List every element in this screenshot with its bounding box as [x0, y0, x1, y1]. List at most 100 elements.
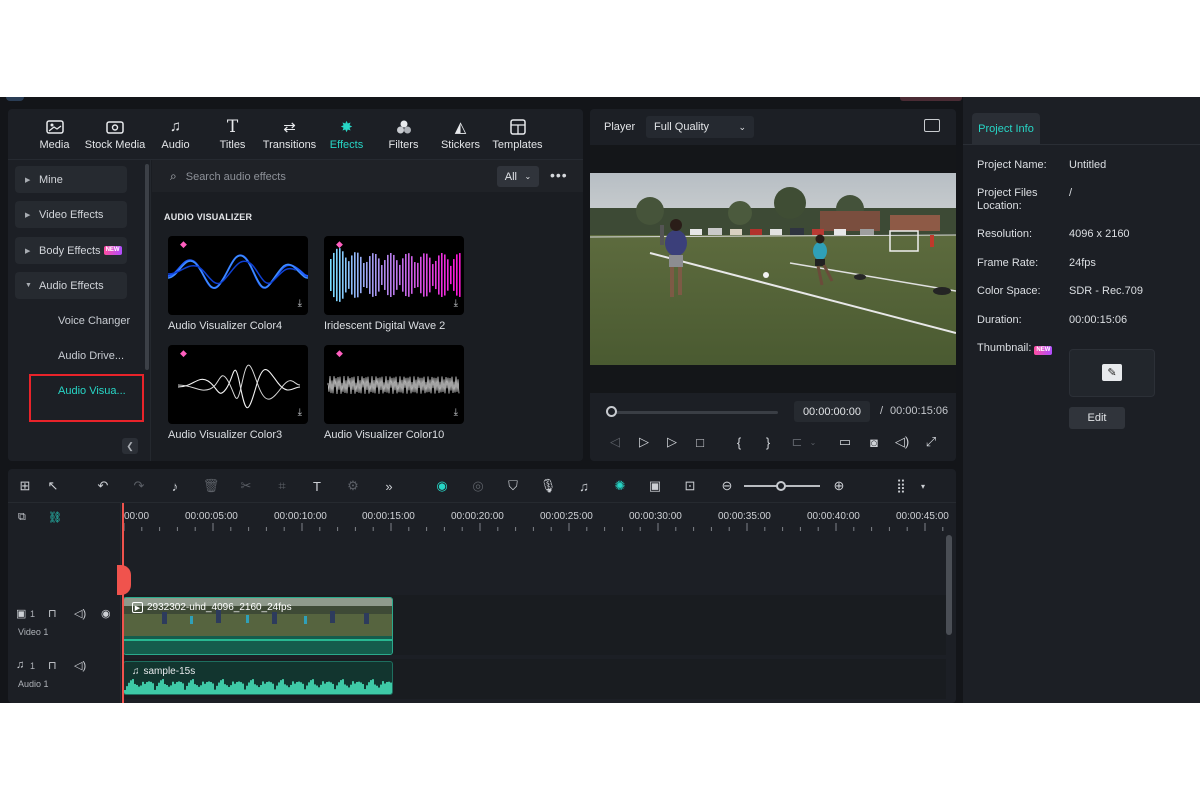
video-preview[interactable] — [590, 145, 956, 393]
volume-icon[interactable]: ◁) — [74, 659, 86, 672]
waveform-bar — [242, 683, 244, 694]
volume-icon[interactable]: ◁) — [893, 433, 911, 451]
more-options-icon[interactable]: ••• — [550, 167, 568, 183]
fullscreen-icon[interactable]: ⤢ — [922, 433, 940, 451]
render-preview-icon[interactable]: ◎ — [469, 477, 487, 495]
download-icon[interactable]: ⤓ — [298, 298, 302, 309]
tab-titles[interactable]: T Titles — [204, 109, 261, 159]
download-icon[interactable]: ⤓ — [298, 407, 302, 418]
effect-card[interactable]: ◆ ⤓ Audio Visualizer Color10 — [324, 345, 464, 441]
music-list-icon[interactable]: ♫ — [575, 477, 593, 495]
screen-record-icon[interactable]: ▣ — [646, 477, 664, 495]
timeline-toolbar: ⊞ ↖ ↶ ↷ ♪ 🗑 ✂ ⌗ T ⚙ » ◉ ◎ ⛉ 🎙 ♫ ✺ ▣ ⊡ ⊖ … — [8, 469, 956, 503]
timeline-ruler[interactable]: 00:00 00:00:05:00 00:00:10:00 00:00:15:0… — [122, 503, 956, 533]
crop-icon[interactable]: ⌗ — [273, 477, 291, 495]
playhead[interactable] — [122, 503, 124, 703]
effect-thumbnail[interactable]: ◆ ⤓ — [168, 236, 308, 315]
waveform-bar — [348, 687, 350, 694]
download-icon[interactable]: ⤓ — [454, 298, 458, 309]
quality-dropdown[interactable]: Full Quality ⌄ — [646, 116, 754, 138]
redo-icon[interactable]: ↷ — [130, 477, 148, 495]
tab-transitions[interactable]: ⇄ Transitions — [261, 109, 318, 159]
marker-icon[interactable]: ⛉ — [504, 477, 522, 495]
add-track-icon[interactable]: ⧉ — [18, 511, 26, 524]
color-match-icon[interactable]: ⚙ — [344, 477, 362, 495]
tab-templates[interactable]: Templates — [489, 109, 546, 159]
top-button-left[interactable] — [900, 97, 962, 101]
tab-stickers[interactable]: ◭ Stickers — [432, 109, 489, 159]
tab-audio[interactable]: ♫ Audio — [147, 109, 204, 159]
play-icon[interactable]: ▷ — [663, 433, 681, 451]
folder-lock-icon[interactable]: ⊓ — [48, 607, 57, 620]
more-tools-icon[interactable]: » — [380, 477, 398, 495]
visualizer-bar — [459, 253, 461, 297]
zoom-slider-handle[interactable] — [776, 481, 786, 491]
waveform-bar — [280, 680, 282, 694]
effect-card[interactable]: ◆ ⤓ Iridescent Digital Wave 2 — [324, 236, 464, 332]
visualizer-bar — [444, 254, 446, 296]
filter-dropdown[interactable]: All ⌄ — [497, 166, 539, 187]
zoom-in-icon[interactable]: ⊕ — [830, 477, 848, 495]
snapshot-camera-icon[interactable]: ◙ — [865, 433, 883, 451]
sidebar-item-video-effects[interactable]: ▶ Video Effects — [15, 201, 127, 228]
chevron-down-icon[interactable]: ⌄ — [804, 433, 822, 451]
sidebar-subitem-audio-drive[interactable]: Audio Drive... — [58, 350, 124, 362]
edit-button[interactable]: Edit — [1069, 407, 1125, 429]
current-timecode[interactable]: 00:00:00:00 — [794, 401, 870, 422]
replace-icon[interactable]: ⊡ — [681, 477, 699, 495]
tab-effects[interactable]: ✸ Effects — [318, 109, 375, 159]
previous-frame-icon[interactable]: ◁ — [606, 433, 624, 451]
audio-split-icon[interactable]: ♪ — [166, 477, 184, 495]
next-frame-icon[interactable]: ▷ — [635, 433, 653, 451]
effect-thumbnail[interactable]: ◆ ⤓ — [168, 345, 308, 424]
tab-project-info[interactable]: Project Info — [972, 113, 1040, 145]
tab-media[interactable]: Media — [26, 109, 83, 159]
sidebar-item-mine[interactable]: ▶ Mine — [15, 166, 127, 193]
layout-grid-icon[interactable]: ⊞ — [16, 477, 34, 495]
delete-icon[interactable]: 🗑 — [202, 477, 220, 495]
effect-card[interactable]: ◆ ⤓ Audio Visualizer Color4 — [168, 236, 308, 332]
sidebar-item-audio-effects[interactable]: ▼ Audio Effects — [15, 272, 127, 299]
effect-card[interactable]: ◆ ⤓ Audio Visualizer Color3 — [168, 345, 308, 441]
video-clip[interactable]: ▶ 2932302-uhd_4096_2160_24fps — [123, 597, 393, 655]
cut-icon[interactable]: ✂ — [237, 477, 255, 495]
undo-icon[interactable]: ↶ — [94, 477, 112, 495]
ruler-label: 00:00:45:00 — [896, 511, 949, 522]
thumbnail-box[interactable]: ✎ — [1069, 349, 1155, 397]
chevron-down-icon[interactable]: ▾ — [914, 477, 932, 495]
playhead-handle[interactable] — [117, 565, 131, 595]
text-icon[interactable]: T — [308, 477, 326, 495]
search-input[interactable]: ⌕ Search audio effects — [170, 169, 286, 184]
download-icon[interactable]: ⤓ — [454, 407, 458, 418]
waveform-bar — [262, 681, 264, 694]
track-layout-icon[interactable]: ⣿ — [892, 477, 910, 495]
link-icon[interactable]: ⛓ — [48, 511, 62, 524]
playback-scrubber[interactable] — [611, 411, 778, 414]
sidebar-item-body-effects[interactable]: ▶ Body Effects NEW — [15, 237, 127, 264]
eye-icon[interactable]: ◉ — [101, 607, 111, 620]
volume-icon[interactable]: ◁) — [74, 607, 86, 620]
collapse-sidebar-button[interactable]: ❮ — [122, 438, 138, 454]
audio-track-name: Audio 1 — [18, 679, 49, 689]
ai-robot-icon[interactable]: ◉ — [433, 477, 451, 495]
stop-icon[interactable]: □ — [691, 433, 709, 451]
sidebar-subitem-voice-changer[interactable]: Voice Changer — [58, 315, 130, 327]
microphone-icon[interactable]: 🎙 — [539, 477, 557, 495]
select-cursor-icon[interactable]: ↖ — [44, 477, 62, 495]
effect-thumbnail[interactable]: ◆ ⤓ — [324, 236, 464, 315]
effect-thumbnail[interactable]: ◆ ⤓ — [324, 345, 464, 424]
tab-filters[interactable]: Filters — [375, 109, 432, 159]
ai-effects-icon[interactable]: ✺ — [611, 477, 629, 495]
tab-stock-media[interactable]: Stock Media — [83, 109, 147, 159]
display-icon[interactable]: ▭ — [836, 433, 854, 451]
folder-lock-icon[interactable]: ⊓ — [48, 659, 57, 672]
scopes-icon[interactable] — [924, 119, 940, 132]
mark-out-icon[interactable]: } — [759, 433, 777, 451]
sidebar-scrollbar[interactable] — [145, 164, 149, 370]
scrubber-handle[interactable] — [606, 406, 617, 417]
tab-stock-media-label: Stock Media — [84, 138, 146, 151]
timeline-scrollbar[interactable] — [946, 535, 952, 635]
audio-clip[interactable]: ♫ sample-15s — [123, 661, 393, 695]
zoom-out-icon[interactable]: ⊖ — [718, 477, 736, 495]
mark-in-icon[interactable]: { — [730, 433, 748, 451]
